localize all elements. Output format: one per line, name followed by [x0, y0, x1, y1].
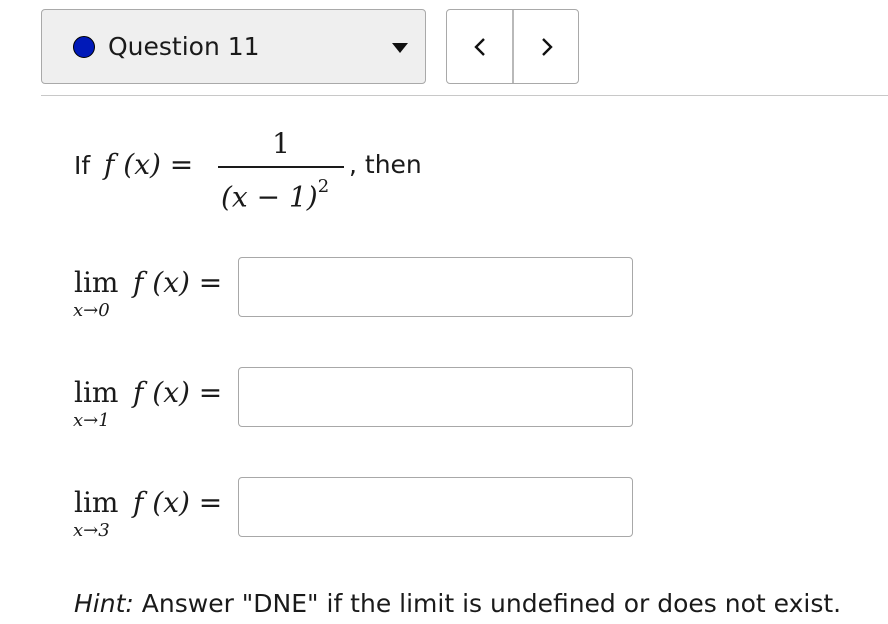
limit-function: f (x) = [133, 486, 223, 519]
limit-row-2: lim x→1 f (x) = [73, 367, 634, 431]
next-question-button[interactable] [514, 10, 578, 83]
denominator-base: (x − 1) [221, 180, 318, 214]
caret-down-icon [392, 43, 408, 53]
lim-label: lim [74, 266, 119, 299]
chevron-right-icon [541, 37, 553, 56]
limit-approach: x→3 [73, 520, 110, 541]
fraction-bar [218, 166, 344, 168]
if-label: If [74, 151, 91, 180]
denominator-exponent: 2 [317, 176, 330, 197]
header-divider [41, 95, 888, 96]
question-title: Question 11 [108, 32, 260, 61]
problem-statement: If f (x) = 1 (x − 1)2 , then [74, 128, 494, 218]
answer-input-3[interactable] [238, 477, 633, 537]
limit-function: f (x) = [133, 376, 223, 409]
lim-label: lim [74, 376, 119, 409]
limit-approach: x→0 [73, 300, 110, 321]
hint-text: Hint: Answer "DNE" if the limit is undef… [74, 588, 841, 620]
limit-row-1: lim x→0 f (x) = [73, 257, 634, 321]
chevron-left-icon [473, 37, 485, 56]
answer-input-1[interactable] [238, 257, 633, 317]
then-label: , then [349, 150, 422, 179]
hint-label: Hint: [74, 589, 134, 618]
status-dot-icon [73, 36, 95, 58]
limit-approach: x→1 [73, 410, 110, 431]
fraction-numerator: 1 [272, 127, 290, 160]
limit-row-3: lim x→3 f (x) = [73, 477, 634, 541]
question-selector[interactable]: Question 11 [41, 9, 426, 84]
previous-question-button[interactable] [447, 10, 512, 83]
fraction: 1 (x − 1)2 [216, 128, 346, 218]
hint-body: Answer "DNE" if the limit is undefined o… [133, 589, 842, 618]
limit-function: f (x) = [133, 266, 223, 299]
function-lhs: f (x) = [104, 148, 194, 181]
answer-input-2[interactable] [238, 367, 633, 427]
lim-label: lim [74, 486, 119, 519]
fraction-denominator: (x − 1)2 [221, 174, 329, 214]
question-pager [446, 9, 579, 84]
